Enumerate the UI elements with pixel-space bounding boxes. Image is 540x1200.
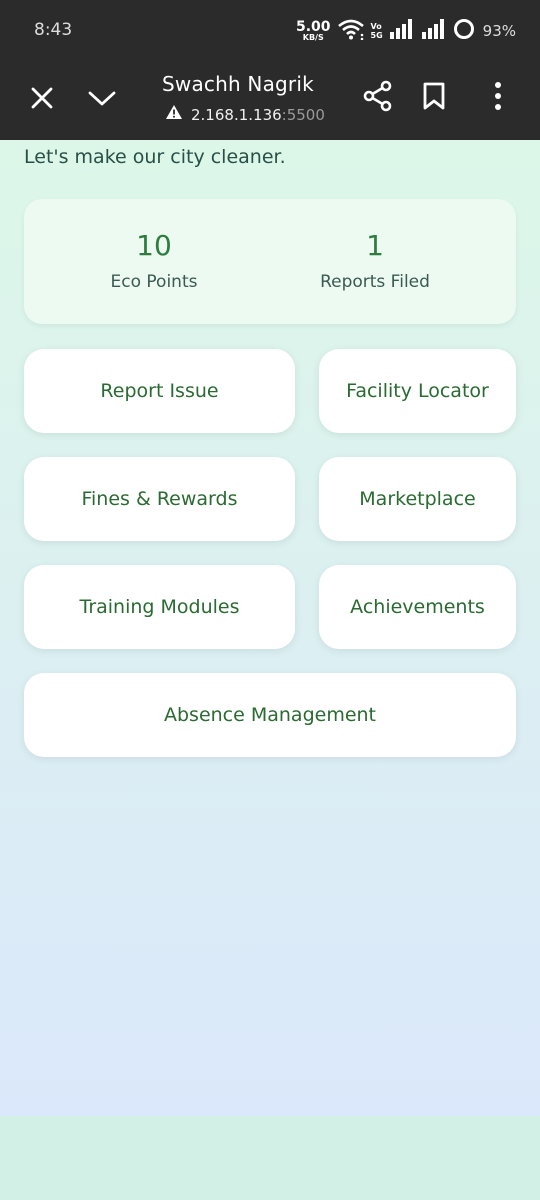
marketplace-button[interactable]: Marketplace <box>319 457 516 541</box>
report-issue-button[interactable]: Report Issue <box>24 349 295 433</box>
training-modules-button[interactable]: Training Modules <box>24 565 295 649</box>
reports-filed-value: 1 <box>366 229 384 262</box>
url-bar[interactable]: 2.168.1.136:5500 <box>165 104 325 124</box>
eco-points-label: Eco Points <box>110 272 198 292</box>
page-content: Let's make our city cleaner. 10 Eco Poin… <box>0 140 540 1116</box>
reports-filed-label: Reports Filed <box>320 272 430 292</box>
status-bar: 8:43 5.00 KB/S Vo 5G 93% <box>0 0 540 60</box>
more-options-button[interactable] <box>482 80 514 116</box>
chevron-down-icon <box>87 87 117 113</box>
volte-top: Vo <box>370 22 382 31</box>
achievements-button[interactable]: Achievements <box>319 565 516 649</box>
battery-icon <box>453 18 475 44</box>
url-host: 2.168.1.136 <box>191 105 282 124</box>
network-speed-unit: KB/S <box>302 33 324 42</box>
volte-indicator: Vo 5G <box>371 22 383 40</box>
eco-points-stat: 10 Eco Points <box>54 199 254 292</box>
warning-icon <box>165 104 183 124</box>
battery-level: 93% <box>482 22 516 40</box>
url-port: :5500 <box>281 105 325 124</box>
signal-icon-2 <box>421 18 447 44</box>
bookmark-icon <box>421 81 447 115</box>
share-button[interactable] <box>360 80 396 116</box>
reports-filed-stat: 1 Reports Filed <box>275 199 475 292</box>
collapse-button[interactable] <box>84 82 120 118</box>
stats-card: 10 Eco Points 1 Reports Filed <box>24 199 516 324</box>
page-title: Swachh Nagrik <box>162 72 314 96</box>
tagline: Let's make our city cleaner. <box>24 146 286 168</box>
status-time: 8:43 <box>34 20 73 40</box>
bottom-strip <box>0 1116 540 1200</box>
more-vertical-icon <box>493 81 503 115</box>
network-speed: 5.00 KB/S <box>296 20 331 42</box>
share-icon <box>362 80 394 116</box>
facility-locator-button[interactable]: Facility Locator <box>319 349 516 433</box>
wifi-icon <box>337 18 365 44</box>
close-button[interactable] <box>24 82 60 118</box>
absence-management-button[interactable]: Absence Management <box>24 673 516 757</box>
volte-bottom: 5G <box>370 31 383 40</box>
browser-toolbar: Swachh Nagrik 2.168.1.136:5500 <box>0 60 540 140</box>
bookmark-button[interactable] <box>416 80 452 116</box>
signal-icon-1 <box>389 18 415 44</box>
network-speed-value: 5.00 <box>295 19 331 35</box>
status-icons: 5.00 KB/S Vo 5G 93% <box>296 14 516 48</box>
close-icon <box>29 85 55 115</box>
eco-points-value: 10 <box>136 229 172 262</box>
fines-rewards-button[interactable]: Fines & Rewards <box>24 457 295 541</box>
